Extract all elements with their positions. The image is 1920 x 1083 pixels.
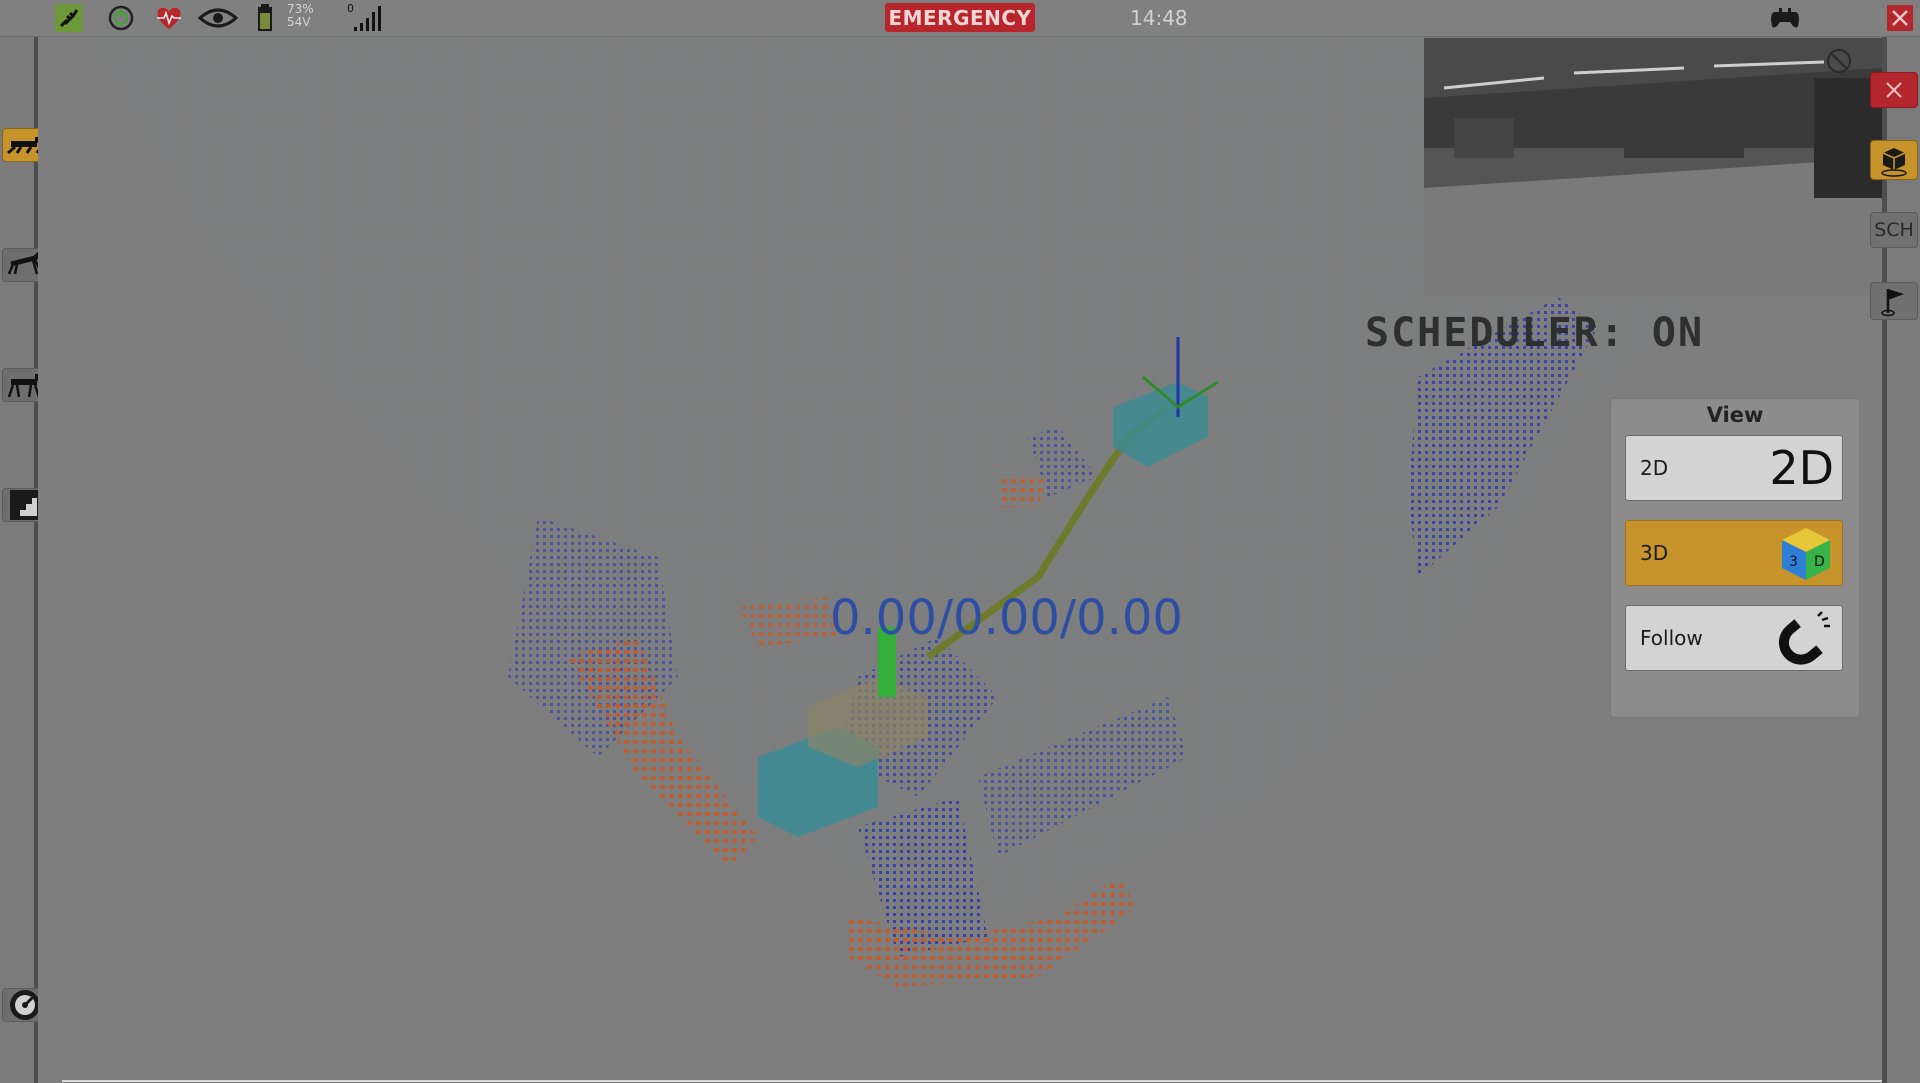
battery-icon [254,0,276,36]
clock: 14:48 [1130,6,1188,30]
close-icon[interactable] [1886,4,1914,32]
svg-text:3: 3 [1789,554,1798,570]
power-icon[interactable] [106,0,136,36]
3d-box-icon [1881,148,1907,177]
signal-icon [350,0,384,36]
view-2d-button[interactable]: 2D 2D [1625,435,1843,501]
flag-icon [1881,289,1904,317]
stairs-icon [10,490,40,520]
view-3d-button[interactable]: 3D 3 D [1625,520,1843,586]
top-status-bar: 73% 54V 0 EMERGENCY 14:48 [0,0,1920,37]
camera-feed[interactable] [1424,38,1882,296]
close-panel-button[interactable] [1870,72,1918,108]
eye-icon[interactable] [198,0,238,36]
camera-image [1424,38,1882,296]
3d-cube-icon: 3 D [1782,528,1830,580]
view-3d-label: 3D [1640,541,1669,565]
view-2d-label: 2D [1640,456,1669,480]
coordinates-readout: 0.00/0.00/0.00 [830,590,1183,646]
left-sidebar [0,37,34,1083]
3d-box-tool-button[interactable] [1870,140,1918,180]
gamepad-icon[interactable] [1768,0,1802,36]
speed-gauge-icon [10,990,40,1020]
scheduler-status: SCHEDULER: ON [1365,310,1705,356]
2d-icon: 2D [1769,441,1834,495]
flag-waypoint-button[interactable] [1870,282,1918,320]
emergency-button[interactable]: EMERGENCY [885,3,1035,32]
plug-icon[interactable] [54,0,84,36]
view-panel-title: View [1706,403,1764,427]
magnet-icon [1778,611,1830,665]
svg-text:D: D [1814,554,1825,570]
battery-readout: 73% 54V [287,3,314,29]
view-follow-label: Follow [1640,626,1703,650]
view-follow-button[interactable]: Follow [1625,605,1843,671]
scheduler-toggle-label: SCH [1874,219,1914,241]
view-panel: View 2D 2D 3D 3 D Follow [1610,398,1860,718]
battery-voltage: 54V [287,15,311,29]
hide-camera-icon[interactable] [1826,48,1852,78]
close-icon [1886,82,1902,98]
bottom-divider [62,1080,1882,1082]
right-sidebar [1887,37,1920,1083]
scheduler-toggle-button[interactable]: SCH [1870,212,1918,248]
heartbeat-icon [152,0,186,36]
